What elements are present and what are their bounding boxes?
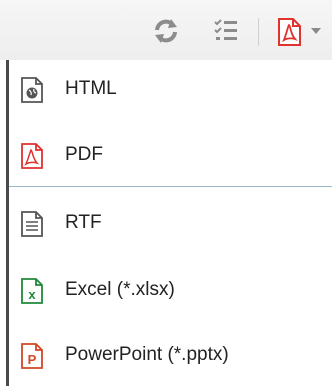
menu-divider	[9, 186, 332, 187]
menu-item-label: Excel (*.xlsx)	[65, 279, 175, 300]
refresh-button[interactable]	[152, 18, 180, 44]
svg-text:x: x	[28, 287, 36, 302]
list-button[interactable]	[213, 18, 241, 44]
html-file-icon	[21, 77, 43, 103]
menu-item-rtf[interactable]: RTF	[9, 194, 332, 254]
pdf-file-icon	[21, 143, 43, 169]
menu-item-label: HTML	[65, 78, 117, 99]
export-menu-button[interactable]	[275, 18, 307, 46]
toolbar-separator	[258, 18, 259, 46]
refresh-icon	[155, 19, 177, 43]
menu-item-excel[interactable]: x Excel (*.xlsx)	[9, 261, 332, 321]
pdf-export-icon	[278, 18, 301, 46]
rtf-file-icon	[21, 211, 43, 237]
menu-item-html[interactable]: HTML	[9, 60, 332, 120]
powerpoint-file-icon: P	[21, 343, 43, 369]
menu-item-label: RTF	[65, 212, 102, 233]
menu-item-pdf[interactable]: PDF	[9, 126, 332, 186]
export-dropdown-menu: HTML PDF RTF x Excel (*.xlsx) P PowerPoi…	[0, 60, 332, 386]
report-toolbar	[0, 0, 332, 60]
list-icon	[214, 19, 237, 40]
excel-file-icon: x	[21, 278, 43, 304]
svg-text:P: P	[28, 352, 37, 367]
menu-item-powerpoint[interactable]: P PowerPoint (*.pptx)	[9, 326, 332, 386]
menu-item-label: PDF	[65, 144, 103, 165]
caret-down-icon[interactable]	[311, 28, 321, 34]
menu-item-label: PowerPoint (*.pptx)	[65, 344, 229, 365]
